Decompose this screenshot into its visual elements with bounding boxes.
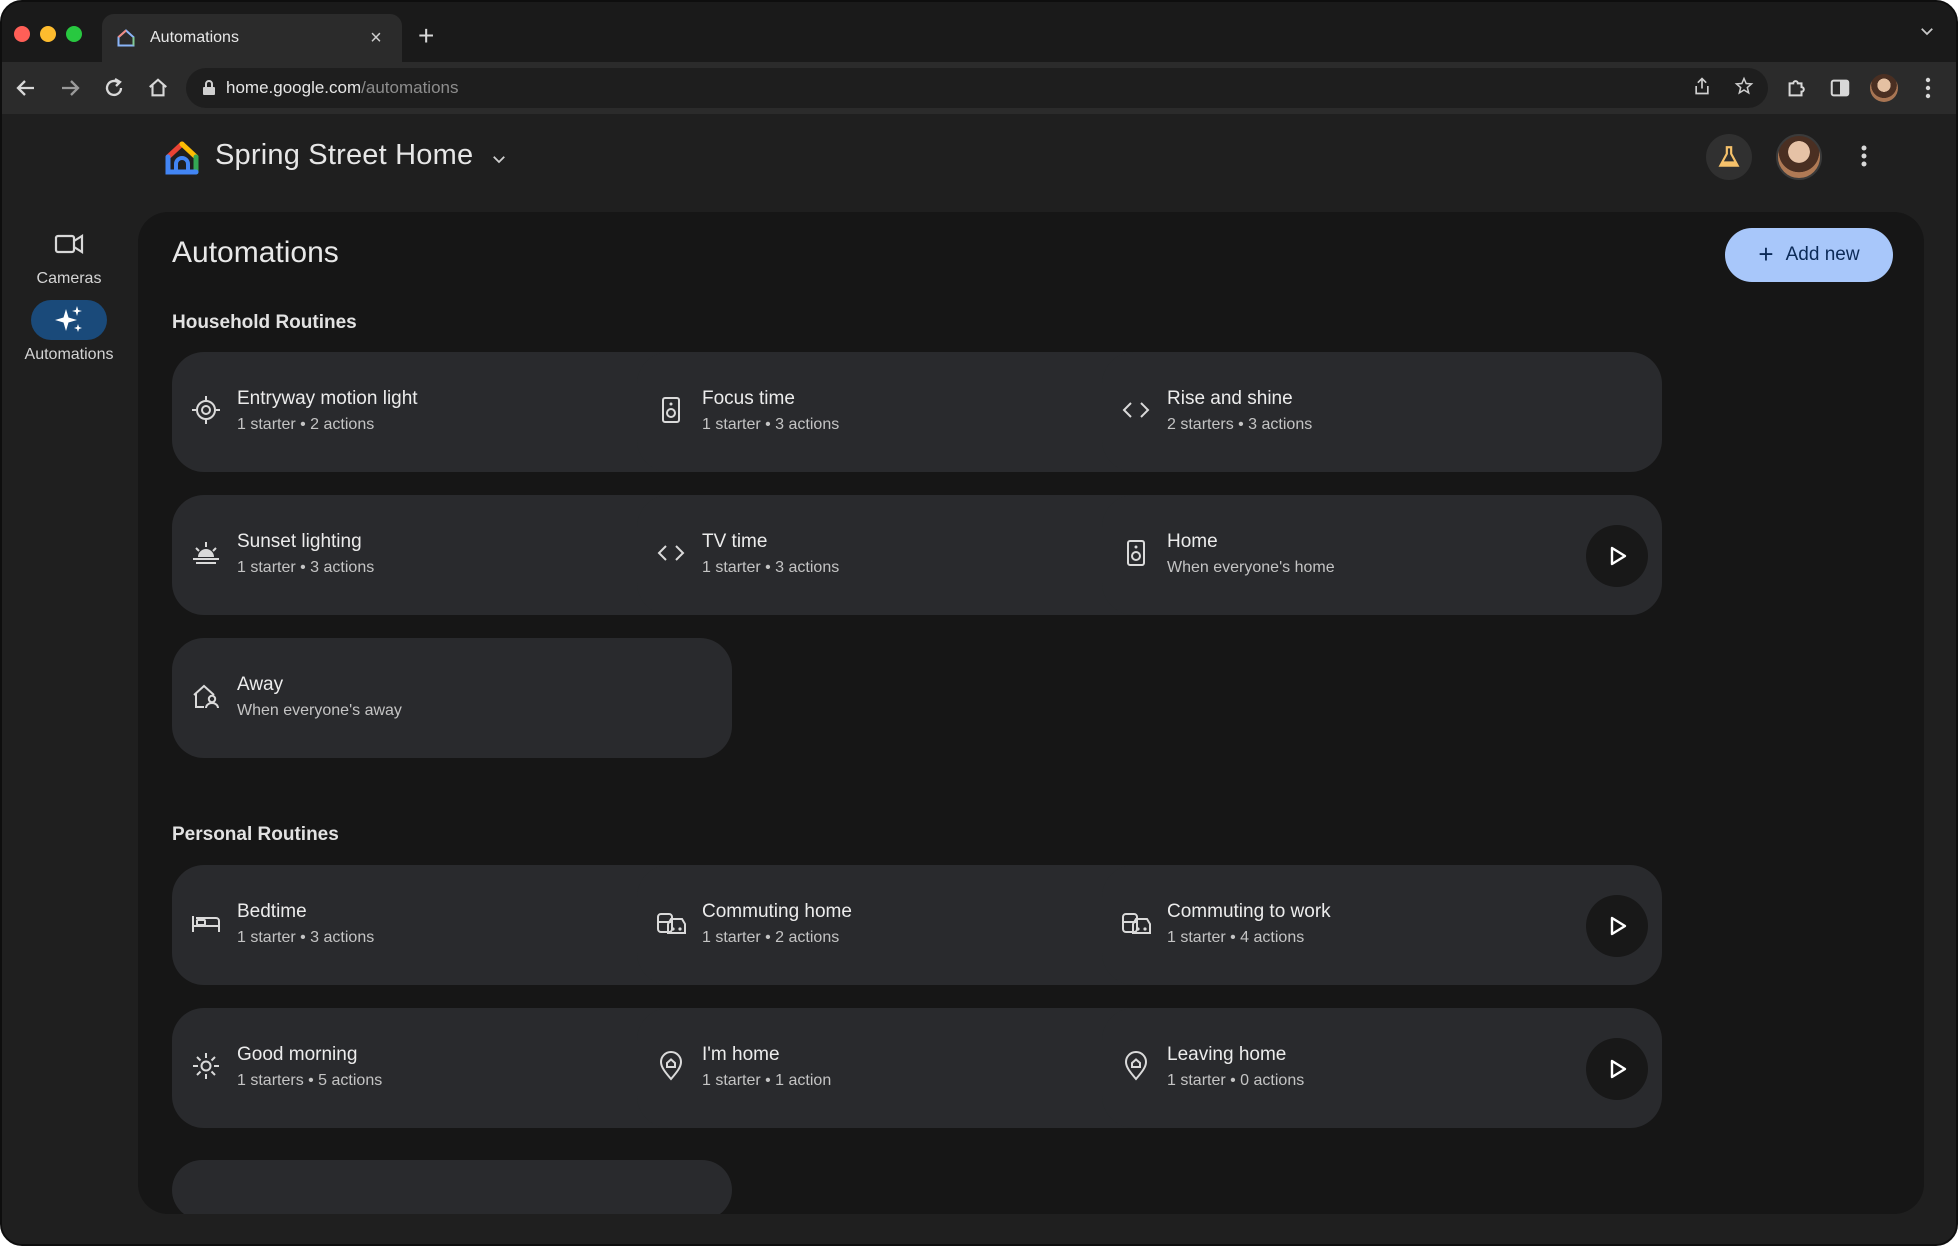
play-routine-button[interactable] [1586,895,1648,957]
browser-tab[interactable]: Automations × [102,14,402,62]
play-icon [1605,914,1629,938]
play-icon [1605,1057,1629,1081]
reload-icon[interactable] [100,74,128,102]
routine-card-partial[interactable] [172,1160,732,1214]
routine-name: Entryway motion light [237,388,418,409]
commute-icon [653,905,689,941]
routine-summary: 1 starter • 3 actions [702,559,840,576]
tab-search-chevron-icon[interactable] [1918,22,1936,40]
tab-strip: Automations × + [2,2,1956,62]
share-icon[interactable] [1692,76,1712,96]
google-home-favicon-icon [117,29,135,47]
routine-summary: 1 starter • 3 actions [702,416,840,433]
routine-name: Sunset lighting [237,531,362,552]
routine-name: TV time [702,531,768,552]
play-routine-button[interactable] [1586,1038,1648,1100]
new-tab-button[interactable]: + [418,22,434,50]
routine-name: Leaving home [1167,1044,1287,1065]
section-title-household: Household Routines [172,312,357,333]
routine-summary: 1 starter • 2 actions [237,416,375,433]
labs-flask-button[interactable] [1706,134,1752,180]
routine-card-leaving-home[interactable]: Leaving home 1 starter • 0 actions [1102,1008,1662,1128]
minimize-window-button[interactable] [40,26,56,42]
routine-name: Commuting to work [1167,901,1331,922]
routine-card-rise-and-shine[interactable]: Rise and shine 2 starters • 3 actions [1102,352,1662,472]
chevron-down-icon[interactable] [490,150,508,168]
google-home-logo-icon [165,141,199,175]
address-bar[interactable]: home.google.com /automations [186,68,1768,108]
account-avatar[interactable] [1776,134,1822,180]
location-pin-icon [653,1048,689,1084]
add-new-button[interactable]: + Add new [1725,228,1893,282]
routine-card-home[interactable]: Home When everyone's home [1102,495,1662,615]
rail-item-automations[interactable]: Automations [2,300,136,364]
routine-name: Away [237,674,284,695]
routine-name: Rise and shine [1167,388,1293,409]
flask-icon [1718,146,1740,167]
routine-name: Bedtime [237,901,307,922]
play-icon [1605,544,1629,568]
tab-close-icon[interactable]: × [364,27,388,50]
sun-icon [188,1048,224,1084]
rail-label-cameras: Cameras [36,270,102,287]
browser-toolbar: home.google.com /automations [2,62,1956,114]
rail-item-cameras[interactable]: Cameras [2,224,136,288]
home-name[interactable]: Spring Street Home [215,139,473,172]
routine-summary: 2 starters • 3 actions [1167,416,1313,433]
speaker-icon [1118,535,1154,571]
routine-summary: 1 starters • 5 actions [237,1072,383,1089]
code-icon [1118,392,1154,428]
back-arrow-icon[interactable] [12,74,40,102]
more-vert-icon[interactable] [1860,144,1868,168]
rail-label-automations: Automations [24,346,114,363]
close-window-button[interactable] [14,26,30,42]
routine-name: Home [1167,531,1218,552]
browser-window: Automations × + home.google.com /automat… [0,0,1958,1246]
routine-card-commuting-to-work[interactable]: Commuting to work 1 starter • 4 actions [1102,865,1662,985]
lock-icon [203,80,215,95]
profile-avatar-small[interactable] [1870,74,1898,102]
extensions-puzzle-icon[interactable] [1782,74,1810,102]
section-title-personal: Personal Routines [172,824,339,845]
maximize-window-button[interactable] [66,26,82,42]
routine-summary: 1 starter • 2 actions [702,929,840,946]
routine-summary: When everyone's away [237,702,402,719]
routine-name: Good morning [237,1044,358,1065]
sunset-icon [188,535,224,571]
routine-summary: 1 starter • 0 actions [1167,1072,1305,1089]
routine-summary: When everyone's home [1167,559,1335,576]
browser-menu-icon[interactable] [1914,74,1942,102]
sparkle-icon [55,306,82,332]
forward-arrow-icon[interactable] [56,74,84,102]
home-icon[interactable] [144,74,172,102]
automations-panel: Automations + Add new Household Routines… [138,212,1924,1214]
routine-name: Commuting home [702,901,852,922]
routine-summary: 1 starter • 3 actions [237,559,375,576]
plus-icon: + [1758,239,1774,269]
videocam-icon [54,234,84,254]
routine-name: I'm home [702,1044,780,1065]
routine-summary: 1 starter • 4 actions [1167,929,1305,946]
bed-icon [188,905,224,941]
routine-card-away[interactable]: Away When everyone's away [172,638,732,758]
tab-title: Automations [150,29,239,46]
add-new-label: Add new [1785,244,1860,265]
commute-icon [1118,905,1154,941]
location-pin-icon [1118,1048,1154,1084]
routine-summary: 1 starter • 3 actions [237,929,375,946]
code-icon [653,535,689,571]
bookmark-star-icon[interactable] [1734,76,1754,96]
routine-summary: 1 starter • 1 action [702,1072,832,1089]
page-title: Automations [172,236,339,269]
away-home-icon [188,678,224,714]
app-content: Spring Street Home Cameras Automations A… [2,114,1956,1244]
side-panel-icon[interactable] [1826,74,1854,102]
url-path: /automations [361,78,459,97]
motion-sensor-icon [188,392,224,428]
play-routine-button[interactable] [1586,525,1648,587]
routine-name: Focus time [702,388,795,409]
speaker-icon [653,392,689,428]
url-host: home.google.com [226,78,362,97]
